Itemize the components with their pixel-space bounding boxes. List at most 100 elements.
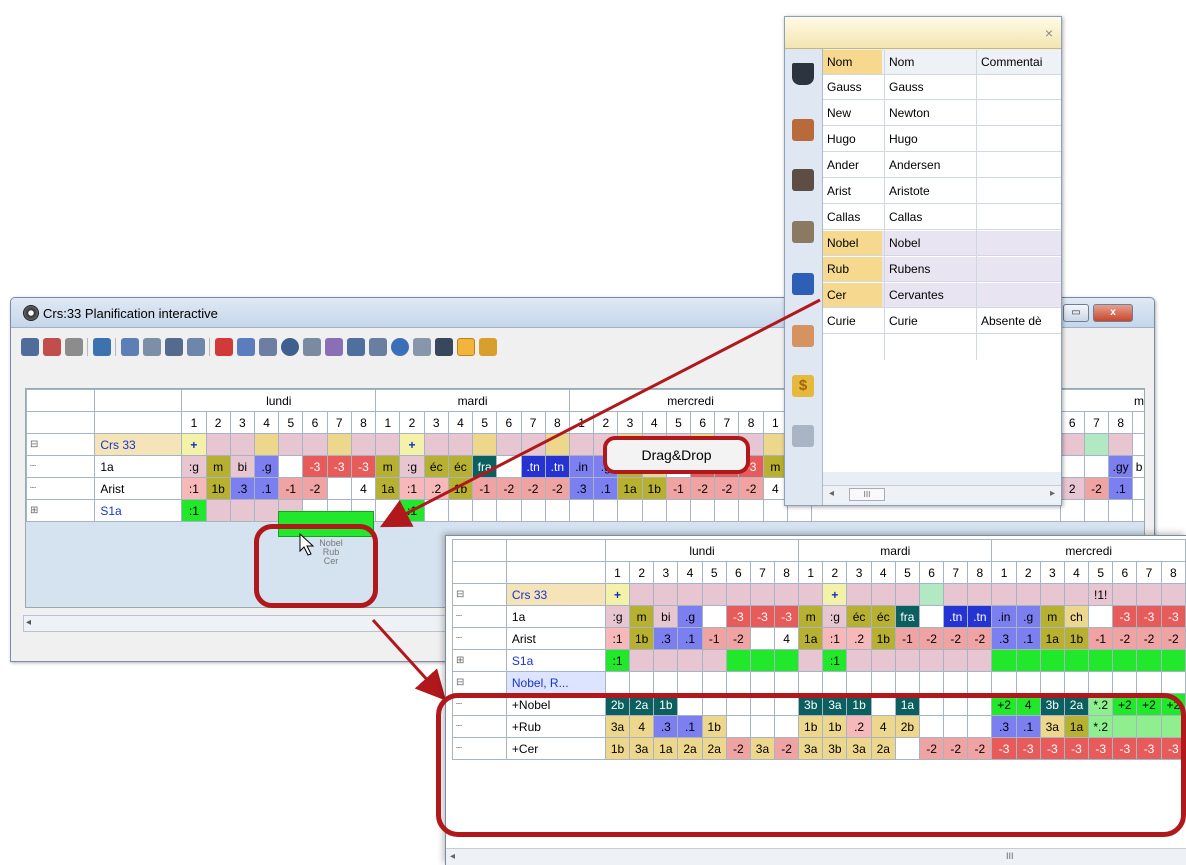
timetable-cell[interactable] bbox=[774, 715, 800, 738]
corner-cell[interactable] bbox=[452, 539, 507, 562]
timetable-cell[interactable] bbox=[653, 649, 679, 672]
timetable-cell[interactable]: -2 bbox=[1112, 627, 1138, 650]
period-header[interactable]: 6 bbox=[1112, 561, 1138, 584]
timetable-cell[interactable] bbox=[919, 671, 945, 694]
tree-toggle[interactable]: ⊞ bbox=[452, 649, 507, 672]
row-label[interactable]: Nobel, R... bbox=[505, 671, 606, 694]
timetable-cell[interactable]: .g bbox=[1015, 605, 1041, 628]
period-header[interactable]: 2 bbox=[822, 561, 848, 584]
timetable-cell[interactable] bbox=[1088, 649, 1114, 672]
timetable-cell[interactable] bbox=[1039, 671, 1065, 694]
timetable-cell[interactable] bbox=[725, 715, 751, 738]
timetable-cell[interactable]: -2 bbox=[919, 627, 945, 650]
timetable-cell[interactable] bbox=[894, 583, 921, 606]
timetable-cell[interactable] bbox=[1112, 583, 1138, 606]
timetable-cell[interactable]: + bbox=[604, 583, 631, 606]
timetable-cell[interactable]: 4 bbox=[774, 627, 800, 650]
timetable-cell[interactable]: .tn bbox=[967, 605, 993, 628]
timetable-cell[interactable] bbox=[894, 737, 921, 760]
timetable-cell[interactable] bbox=[1136, 715, 1162, 738]
timetable-cell[interactable]: -3 bbox=[1136, 605, 1162, 628]
timetable-cell[interactable] bbox=[774, 693, 800, 716]
timetable-cell[interactable]: .3 bbox=[653, 715, 679, 738]
timetable-cell[interactable]: *.2 bbox=[1088, 693, 1114, 716]
timetable-cell[interactable] bbox=[1015, 671, 1041, 694]
timetable-cell[interactable] bbox=[1136, 649, 1162, 672]
timetable-cell[interactable]: .tn bbox=[943, 605, 969, 628]
row-label[interactable]: +Nobel bbox=[505, 693, 606, 716]
timetable-cell[interactable] bbox=[1063, 649, 1090, 672]
timetable-cell[interactable]: :1 bbox=[604, 649, 631, 672]
timetable-cell[interactable] bbox=[1015, 583, 1041, 606]
timetable-cell[interactable]: .2 bbox=[846, 627, 872, 650]
timetable-cell[interactable] bbox=[943, 649, 969, 672]
timetable-cell[interactable] bbox=[1039, 649, 1065, 672]
timetable-cell[interactable]: m bbox=[629, 605, 655, 628]
timetable-cell[interactable]: 3a bbox=[798, 737, 824, 760]
timetable-cell[interactable]: fra bbox=[894, 605, 921, 628]
timetable-cell[interactable] bbox=[870, 693, 896, 716]
timetable-cell[interactable] bbox=[894, 671, 921, 694]
timetable-cell[interactable] bbox=[967, 715, 993, 738]
period-header[interactable]: 7 bbox=[1136, 561, 1162, 584]
corner-cell[interactable] bbox=[505, 539, 606, 562]
day-header[interactable]: mercredi bbox=[991, 539, 1186, 562]
timetable-cell[interactable] bbox=[1039, 583, 1065, 606]
timetable-cell[interactable] bbox=[1088, 605, 1114, 628]
timetable-cell[interactable]: -2 bbox=[967, 737, 993, 760]
timetable-cell[interactable] bbox=[774, 649, 800, 672]
zoom-scrollbar[interactable]: ◂ III bbox=[446, 848, 1186, 865]
period-header[interactable]: 6 bbox=[919, 561, 945, 584]
timetable-cell[interactable]: + bbox=[822, 583, 848, 606]
timetable-cell[interactable] bbox=[1063, 671, 1090, 694]
period-header[interactable]: 4 bbox=[677, 561, 703, 584]
row-label[interactable]: +Rub bbox=[505, 715, 606, 738]
timetable-cell[interactable] bbox=[846, 671, 872, 694]
period-header[interactable]: 4 bbox=[1063, 561, 1090, 584]
timetable-cell[interactable]: 1a bbox=[894, 693, 921, 716]
period-header[interactable]: 5 bbox=[701, 561, 727, 584]
timetable-cell[interactable]: 1b bbox=[870, 627, 896, 650]
tree-toggle[interactable]: ┈ bbox=[452, 715, 507, 738]
timetable-cell[interactable] bbox=[870, 649, 896, 672]
timetable-cell[interactable]: :g bbox=[822, 605, 848, 628]
timetable-cell[interactable]: .3 bbox=[991, 715, 1017, 738]
timetable-cell[interactable] bbox=[967, 583, 993, 606]
timetable-cell[interactable]: :1 bbox=[604, 627, 631, 650]
timetable-cell[interactable]: !1! bbox=[1088, 583, 1114, 606]
timetable-cell[interactable] bbox=[846, 583, 872, 606]
timetable-cell[interactable] bbox=[1160, 715, 1186, 738]
timetable-cell[interactable]: 3b bbox=[798, 693, 824, 716]
timetable-cell[interactable]: -3 bbox=[1136, 737, 1162, 760]
period-header[interactable]: 6 bbox=[725, 561, 751, 584]
timetable-cell[interactable]: -1 bbox=[894, 627, 921, 650]
timetable-cell[interactable]: -1 bbox=[1088, 627, 1114, 650]
timetable-cell[interactable]: .1 bbox=[677, 715, 703, 738]
timetable-cell[interactable]: +2 bbox=[991, 693, 1017, 716]
timetable-cell[interactable]: -3 bbox=[1063, 737, 1090, 760]
timetable-cell[interactable] bbox=[919, 715, 945, 738]
period-header[interactable]: 8 bbox=[967, 561, 993, 584]
timetable-cell[interactable] bbox=[1112, 715, 1138, 738]
timetable-cell[interactable]: 1b bbox=[701, 715, 727, 738]
corner-cell[interactable] bbox=[505, 561, 606, 584]
row-label[interactable]: Crs 33 bbox=[505, 583, 606, 606]
tree-toggle[interactable]: ┈ bbox=[452, 737, 507, 760]
timetable-cell[interactable] bbox=[943, 583, 969, 606]
timetable-cell[interactable] bbox=[749, 627, 776, 650]
timetable-cell[interactable] bbox=[1160, 583, 1186, 606]
timetable-cell[interactable]: 4 bbox=[1015, 693, 1041, 716]
timetable-cell[interactable]: 3a bbox=[1039, 715, 1065, 738]
timetable-cell[interactable] bbox=[919, 605, 945, 628]
timetable-cell[interactable] bbox=[1112, 671, 1138, 694]
timetable-cell[interactable] bbox=[701, 671, 727, 694]
timetable-cell[interactable] bbox=[774, 671, 800, 694]
period-header[interactable]: 5 bbox=[1088, 561, 1114, 584]
timetable-cell[interactable] bbox=[749, 715, 776, 738]
timetable-cell[interactable]: 3b bbox=[1039, 693, 1065, 716]
timetable-cell[interactable]: 2a bbox=[629, 693, 655, 716]
timetable-cell[interactable]: +2 bbox=[1136, 693, 1162, 716]
timetable-cell[interactable] bbox=[653, 671, 679, 694]
day-header[interactable]: lundi bbox=[604, 539, 800, 562]
timetable-cell[interactable] bbox=[701, 583, 727, 606]
